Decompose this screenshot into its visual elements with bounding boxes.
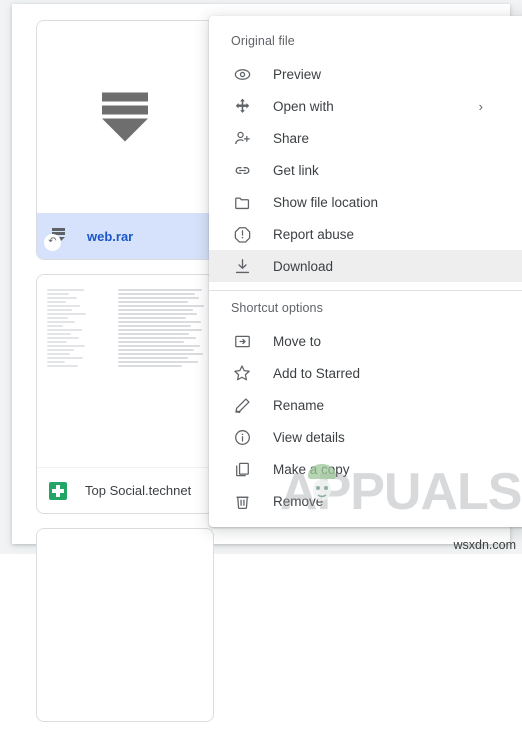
- download-icon: [231, 255, 253, 277]
- file-thumbnail-rar: [37, 21, 213, 213]
- rar-archive-icon: [102, 92, 148, 142]
- menu-item-preview[interactable]: Preview: [209, 58, 522, 90]
- pencil-icon: [231, 394, 253, 416]
- site-watermark: wsxdn.com: [453, 538, 516, 552]
- menu-item-label: Move to: [273, 333, 322, 349]
- trash-icon: [231, 490, 253, 512]
- context-menu[interactable]: Original file Preview Open with › Share …: [209, 16, 522, 527]
- menu-item-remove[interactable]: Remove: [209, 485, 522, 517]
- menu-item-label: Share: [273, 130, 310, 146]
- info-circle-icon: [231, 426, 253, 448]
- menu-item-label: Remove: [273, 493, 324, 509]
- file-name-label: Top Social.technet: [85, 483, 192, 498]
- menu-item-label: Add to Starred: [273, 365, 361, 381]
- file-card-footer[interactable]: Top Social.technet: [37, 467, 213, 513]
- menu-item-add-to-starred[interactable]: Add to Starred: [209, 357, 522, 389]
- menu-item-download[interactable]: Download: [209, 250, 522, 282]
- menu-item-view-details[interactable]: View details: [209, 421, 522, 453]
- file-card-partial[interactable]: [36, 528, 214, 722]
- file-thumbnail-spreadsheet: [37, 275, 213, 467]
- menu-item-label: View details: [273, 429, 345, 445]
- rar-file-icon: ↶: [44, 227, 69, 251]
- menu-item-label: Get link: [273, 162, 319, 178]
- menu-item-open-with[interactable]: Open with ›: [209, 90, 522, 122]
- menu-item-label: Rename: [273, 397, 325, 413]
- file-card-footer-selected[interactable]: ↶ web.rar: [37, 213, 213, 259]
- open-with-arrows-icon: [231, 95, 253, 117]
- folder-move-icon: [231, 330, 253, 352]
- menu-section-header-shortcut-options: Shortcut options: [231, 301, 323, 315]
- file-grid: ↶ web.rar Top Social.technet: [36, 20, 216, 736]
- person-add-icon: [231, 127, 253, 149]
- spreadsheet-preview-image: [47, 289, 205, 375]
- menu-item-show-file-location[interactable]: Show file location: [209, 186, 522, 218]
- menu-item-rename[interactable]: Rename: [209, 389, 522, 421]
- link-icon: [231, 159, 253, 181]
- menu-section-header-original-file: Original file: [231, 34, 295, 48]
- file-name-label: web.rar: [87, 229, 134, 244]
- file-thumbnail-partial: [37, 529, 213, 721]
- menu-item-label: Show file location: [273, 194, 379, 210]
- star-icon: [231, 362, 253, 384]
- google-sheets-icon: [49, 481, 67, 500]
- report-abuse-icon: [231, 223, 253, 245]
- menu-item-label: Preview: [273, 66, 322, 82]
- menu-item-get-link[interactable]: Get link: [209, 154, 522, 186]
- app-root: ↶ web.rar Top Social.technet Original fi…: [0, 0, 522, 722]
- file-card-top-social[interactable]: Top Social.technet: [36, 274, 214, 514]
- menu-item-report-abuse[interactable]: Report abuse: [209, 218, 522, 250]
- menu-item-label: Make a copy: [273, 461, 350, 477]
- shortcut-arrow-icon: ↶: [44, 233, 61, 251]
- file-card-web-rar[interactable]: ↶ web.rar: [36, 20, 214, 260]
- menu-item-make-a-copy[interactable]: Make a copy: [209, 453, 522, 485]
- content-surface: ↶ web.rar Top Social.technet Original fi…: [12, 4, 522, 722]
- menu-item-label: Download: [273, 258, 334, 274]
- menu-item-share[interactable]: Share: [209, 122, 522, 154]
- eye-icon: [231, 63, 253, 85]
- folder-icon: [231, 191, 253, 213]
- menu-item-move-to[interactable]: Move to: [209, 325, 522, 357]
- copy-icon: [231, 458, 253, 480]
- chevron-right-icon: ›: [478, 98, 483, 114]
- menu-item-label: Report abuse: [273, 226, 355, 242]
- menu-item-label: Open with: [273, 98, 334, 114]
